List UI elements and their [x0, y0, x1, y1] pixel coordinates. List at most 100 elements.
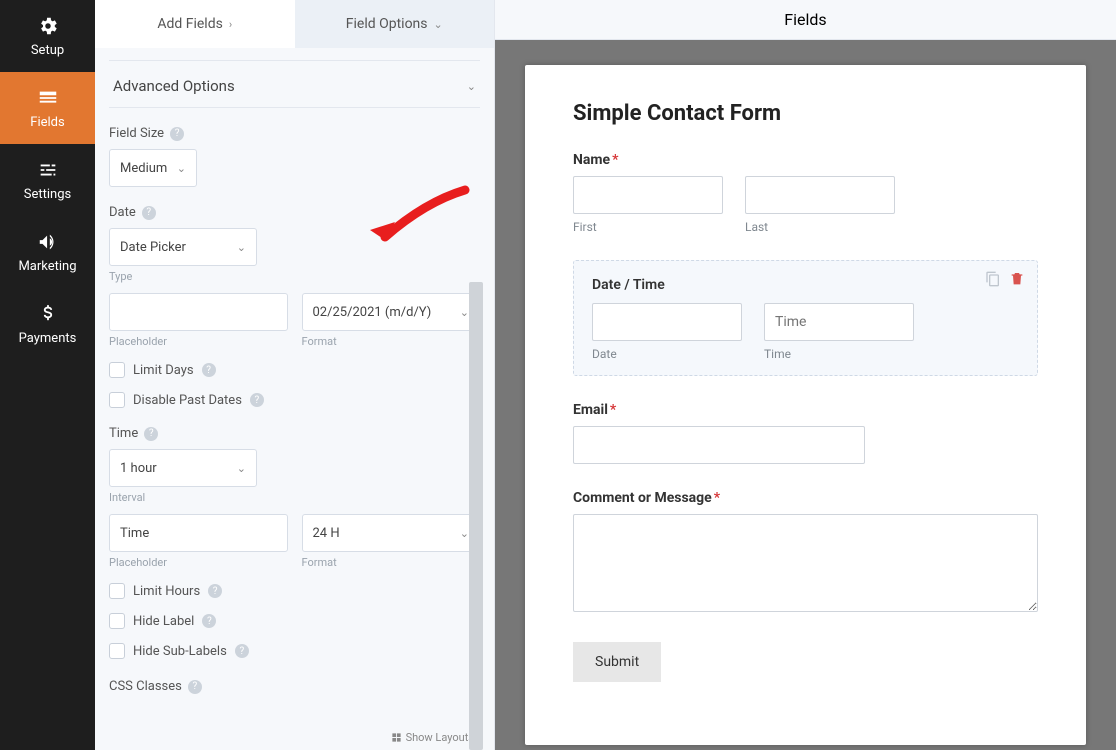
label-date: Date: [109, 205, 136, 220]
sliders-icon: [37, 159, 59, 181]
nav-label: Payments: [19, 331, 77, 346]
grid-icon: [391, 732, 402, 743]
field-label: Date / Time: [592, 277, 665, 293]
select-value: 02/25/2021 (m/d/Y): [313, 305, 432, 320]
select-date-format[interactable]: 02/25/2021 (m/d/Y) ⌄: [302, 293, 481, 331]
link-label: Show Layouts: [406, 731, 474, 744]
help-icon[interactable]: ?: [142, 206, 156, 220]
chevron-down-icon: ⌄: [460, 527, 469, 540]
input-email[interactable]: [573, 426, 865, 464]
input-date[interactable]: [592, 303, 742, 341]
field-label: Name: [573, 152, 610, 168]
select-time-interval[interactable]: 1 hour ⌄: [109, 449, 257, 487]
textarea-comment[interactable]: [573, 514, 1038, 612]
checkbox-limit-hours[interactable]: [109, 583, 125, 599]
gear-icon: [37, 15, 59, 37]
chevron-down-icon: ⌄: [460, 306, 469, 319]
dollar-icon: [37, 303, 59, 325]
required-asterisk: *: [610, 402, 616, 418]
button-label: Submit: [595, 654, 639, 670]
chevron-down-icon: ⌄: [467, 80, 476, 93]
tab-field-options[interactable]: Field Options ⌄: [295, 0, 495, 48]
label-field-size: Field Size: [109, 126, 164, 141]
select-value: Date Picker: [120, 240, 186, 255]
help-icon[interactable]: ?: [170, 127, 184, 141]
checkbox-label: Limit Hours: [133, 584, 200, 599]
help-icon[interactable]: ?: [235, 644, 249, 658]
nav-label: Marketing: [18, 259, 76, 274]
required-asterisk: *: [612, 152, 618, 168]
form-icon: [37, 87, 59, 109]
nav-fields[interactable]: Fields: [0, 72, 95, 144]
annotation-arrow-icon: [355, 182, 475, 262]
tab-label: Field Options: [346, 16, 428, 32]
chevron-down-icon: ⌄: [434, 18, 443, 31]
field-name[interactable]: Name* First Last: [573, 152, 1038, 234]
help-icon[interactable]: ?: [144, 427, 158, 441]
tab-add-fields[interactable]: Add Fields ›: [95, 0, 295, 48]
sublabel: Last: [745, 220, 895, 234]
checkbox-label: Hide Sub-Labels: [133, 644, 227, 659]
sublabel: Time: [764, 347, 914, 361]
field-email[interactable]: Email*: [573, 402, 1038, 464]
sublabel: Placeholder: [109, 556, 288, 569]
nav-label: Setup: [31, 43, 64, 58]
help-icon[interactable]: ?: [188, 680, 202, 694]
nav-payments[interactable]: Payments: [0, 288, 95, 360]
help-icon[interactable]: ?: [208, 584, 222, 598]
select-value: 1 hour: [120, 461, 157, 476]
accordion-advanced-options[interactable]: Advanced Options ⌄: [109, 60, 480, 108]
field-label: Email: [573, 402, 608, 418]
nav-label: Settings: [24, 187, 71, 202]
field-date-time[interactable]: Date / Time Date Time: [573, 260, 1038, 376]
form-preview: Simple Contact Form Name* First Last: [525, 65, 1086, 745]
help-icon[interactable]: ?: [202, 363, 216, 377]
input-time-placeholder[interactable]: [109, 514, 288, 552]
nav-label: Fields: [30, 115, 64, 130]
input-time[interactable]: [764, 303, 914, 341]
label-time: Time: [109, 426, 138, 441]
help-icon[interactable]: ?: [202, 614, 216, 628]
help-icon[interactable]: ?: [250, 393, 264, 407]
checkbox-label: Limit Days: [133, 363, 194, 378]
checkbox-disable-past-dates[interactable]: [109, 392, 125, 408]
sublabel: Placeholder: [109, 335, 288, 348]
sublabel: Format: [302, 556, 481, 569]
submit-button[interactable]: Submit: [573, 642, 661, 682]
nav-settings[interactable]: Settings: [0, 144, 95, 216]
sublabel: Interval: [109, 491, 480, 504]
sublabel: Date: [592, 347, 742, 361]
field-comment[interactable]: Comment or Message*: [573, 490, 1038, 616]
checkbox-limit-days[interactable]: [109, 362, 125, 378]
chevron-down-icon: ⌄: [177, 162, 186, 175]
select-date-type[interactable]: Date Picker ⌄: [109, 228, 257, 266]
select-field-size[interactable]: Medium ⌄: [109, 149, 197, 187]
nav-setup[interactable]: Setup: [0, 0, 95, 72]
required-asterisk: *: [714, 490, 720, 506]
sublabel: Format: [302, 335, 481, 348]
checkbox-label: Hide Label: [133, 614, 194, 629]
input-date-placeholder[interactable]: [109, 293, 288, 331]
chevron-right-icon: ›: [229, 18, 232, 31]
nav-marketing[interactable]: Marketing: [0, 216, 95, 288]
accordion-label: Advanced Options: [113, 77, 235, 95]
input-first-name[interactable]: [573, 176, 723, 214]
select-value: Medium: [120, 161, 167, 176]
chevron-down-icon: ⌄: [237, 462, 246, 475]
sublabel: First: [573, 220, 723, 234]
trash-icon[interactable]: [1009, 271, 1025, 287]
form-title: Simple Contact Form: [573, 101, 1038, 126]
page-title: Fields: [784, 10, 826, 29]
bullhorn-icon: [37, 231, 59, 253]
checkbox-label: Disable Past Dates: [133, 393, 242, 408]
scrollbar[interactable]: [469, 282, 483, 750]
checkbox-hide-label[interactable]: [109, 613, 125, 629]
checkbox-hide-sub-labels[interactable]: [109, 643, 125, 659]
link-show-layouts[interactable]: Show Layouts: [391, 731, 474, 744]
input-last-name[interactable]: [745, 176, 895, 214]
tab-label: Add Fields: [157, 16, 223, 32]
select-time-format[interactable]: 24 H ⌄: [302, 514, 481, 552]
chevron-down-icon: ⌄: [237, 241, 246, 254]
sublabel: Type: [109, 270, 480, 283]
duplicate-icon[interactable]: [985, 271, 1001, 287]
